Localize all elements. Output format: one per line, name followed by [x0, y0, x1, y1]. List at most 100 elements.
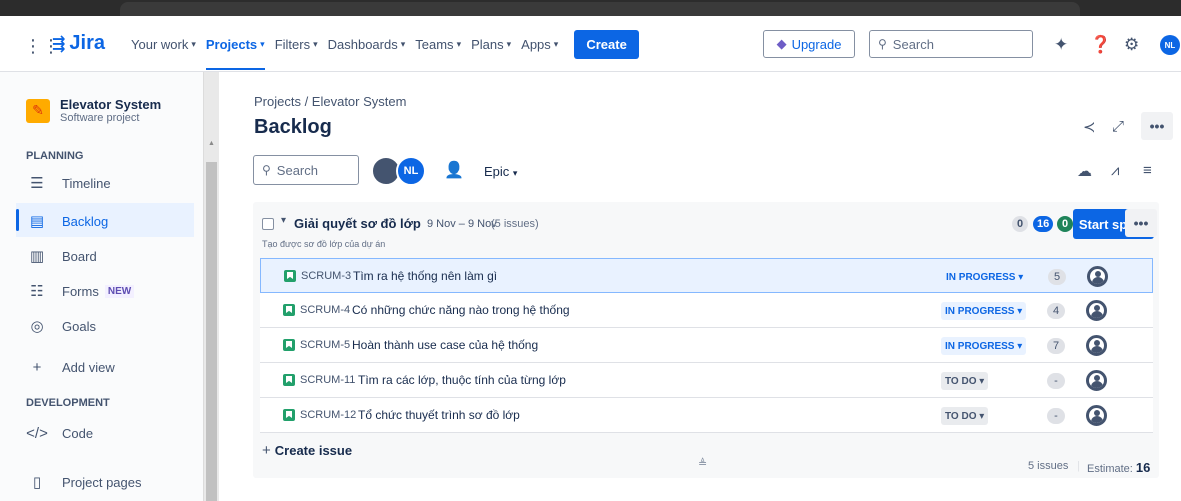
issue-key[interactable]: SCRUM-3 [301, 270, 351, 282]
nav-projects[interactable]: Projects ▾ [205, 19, 265, 70]
sidebar-item-forms[interactable]: ☷ Forms NEW [26, 282, 135, 300]
sidebar-item-label: Code [62, 426, 94, 441]
forms-icon: ☷ [30, 283, 44, 300]
upgrade-button[interactable]: ◆ Upgrade [763, 30, 855, 58]
sprint-more-button[interactable]: ••• [1125, 209, 1157, 237]
story-icon [284, 270, 296, 282]
table-row[interactable]: SCRUM-11 Tìm ra các lớp, thuộc tính của … [260, 363, 1153, 398]
issue-summary[interactable]: Tổ chức thuyết trình sơ đồ lớp [358, 408, 520, 422]
nav-filters[interactable]: Filters ▾ [275, 37, 318, 52]
sprint-goal: Tạo được sơ đồ lớp của dự án [262, 239, 386, 249]
global-search-input[interactable]: ⚲ Search [869, 30, 1033, 58]
chevron-down-icon: ▾ [191, 38, 196, 49]
breadcrumb[interactable]: Projects / Elevator System [254, 94, 406, 109]
backlog-search-input[interactable]: ⚲ Search [253, 155, 359, 185]
share-icon[interactable]: ≺ [1083, 118, 1096, 136]
browser-strip [0, 0, 1181, 16]
settings-gear-icon[interactable]: ⚙ [1124, 35, 1139, 55]
status-dropdown[interactable]: IN PROGRESS ▾ [941, 337, 1027, 355]
scroll-up-icon[interactable]: ▲ [208, 140, 215, 147]
nav-filters-label: Filters [274, 36, 311, 52]
plus-icon: + [32, 359, 42, 376]
upgrade-label: Upgrade [791, 36, 842, 52]
issue-key[interactable]: SCRUM-4 [300, 304, 350, 316]
chevron-down-icon: ▾ [512, 168, 518, 178]
story-points-badge: 4 [1047, 303, 1065, 319]
create-issue-button[interactable]: + Create issue [262, 442, 352, 459]
fullscreen-icon[interactable]: ⤢ [1112, 118, 1124, 135]
sidebar-item-backlog[interactable]: ▤ Backlog [26, 212, 108, 230]
issue-key[interactable]: SCRUM-11 [300, 374, 355, 386]
epic-filter-label: Epic [484, 164, 510, 179]
issue-summary[interactable]: Tìm ra hệ thống nên làm gì [353, 269, 497, 283]
sidebar-item-project-pages[interactable]: ▯ Project pages [26, 473, 142, 491]
jira-logo[interactable]: ⇶ Jira [52, 32, 105, 55]
sidebar-item-board[interactable]: ▥ Board [26, 247, 97, 265]
issue-key[interactable]: SCRUM-5 [300, 339, 350, 351]
project-header[interactable]: ✎ Elevator System Software project [26, 97, 161, 124]
assignee-avatar[interactable] [1086, 370, 1107, 391]
nav-your-work[interactable]: Your work ▾ [131, 37, 196, 52]
assignee-avatar[interactable] [1086, 405, 1107, 426]
issue-key[interactable]: SCRUM-12 [300, 409, 356, 421]
sprint-container: ▾ Giải quyết sơ đồ lớp 9 Nov – 9 Nov (5 … [253, 202, 1159, 478]
pages-icon: ▯ [32, 474, 42, 491]
insights-icon[interactable]: ⩘ [1111, 162, 1119, 179]
sidebar-active-indicator [16, 209, 19, 231]
issue-summary[interactable]: Tìm ra các lớp, thuộc tính của từng lớp [358, 373, 566, 387]
project-name: Elevator System [60, 97, 162, 112]
table-row[interactable]: SCRUM-3 Tìm ra hệ thống nên làm gì IN PR… [260, 258, 1153, 293]
chevron-down-icon: ▾ [553, 38, 559, 49]
sprint-header: ▾ Giải quyết sơ đồ lớp 9 Nov – 9 Nov (5 … [253, 202, 1159, 258]
status-label: IN PROGRESS [945, 340, 1015, 352]
estimate-label: Estimate: [1087, 463, 1133, 475]
sidebar-item-label: Goals [62, 318, 96, 334]
sidebar-item-add-view[interactable]: + Add view [26, 359, 115, 376]
nav-links: Your work ▾ Projects ▾ Filters ▾ Dashboards… [131, 16, 639, 72]
create-button[interactable]: Create [574, 29, 639, 59]
new-badge: NEW [104, 284, 135, 298]
help-icon[interactable]: ❓ [1090, 35, 1111, 55]
sprint-checkbox[interactable] [262, 218, 274, 230]
table-row[interactable]: SCRUM-5 Hoàn thành use case của hệ thống… [260, 328, 1153, 363]
assignee-avatar[interactable] [1086, 300, 1107, 321]
backlog-main: Projects / Elevator System Backlog ≺ ⤢ •… [219, 72, 1181, 501]
status-dropdown[interactable]: TO DO ▾ [941, 372, 989, 390]
nav-apps[interactable]: Apps ▾ [521, 37, 558, 52]
sprint-issue-count: (5 issues) [491, 218, 539, 230]
board-icon: ▥ [29, 248, 45, 265]
sprint-name[interactable]: Giải quyết sơ đồ lớp [294, 216, 421, 231]
upload-icon[interactable]: ☁ [1077, 162, 1092, 180]
profile-avatar[interactable]: NL [1160, 35, 1180, 55]
sidebar-item-goals[interactable]: ◎ Goals [26, 317, 96, 335]
view-settings-icon[interactable]: ≡ [1143, 162, 1152, 179]
add-people-icon[interactable]: 👤 [444, 160, 464, 180]
sidebar-scrollbar[interactable]: ▲ [203, 72, 219, 501]
issue-summary[interactable]: Hoàn thành use case của hệ thống [352, 338, 538, 352]
scrollbar-thumb[interactable] [206, 162, 217, 501]
assignee-avatar[interactable] [1087, 266, 1108, 287]
chevron-down-icon: ▾ [400, 38, 406, 49]
jira-logo-icon: ⇶ [52, 35, 66, 53]
epic-filter[interactable]: Epic ▾ [484, 164, 517, 179]
assignee-avatar[interactable] [1086, 335, 1107, 356]
nav-plans[interactable]: Plans ▾ [471, 37, 511, 52]
avatar[interactable]: NL [396, 156, 426, 186]
status-dropdown[interactable]: TO DO ▾ [941, 407, 989, 425]
chevron-down-icon[interactable]: ▾ [281, 215, 286, 226]
sidebar-item-code[interactable]: </> Code [26, 425, 93, 442]
plus-icon: + [262, 442, 271, 459]
more-actions-button[interactable]: ••• [1141, 112, 1173, 140]
status-dropdown[interactable]: IN PROGRESS ▾ [941, 302, 1027, 320]
table-row[interactable]: SCRUM-4 Có những chức năng nào trong hệ … [260, 293, 1153, 328]
issue-list: SCRUM-3 Tìm ra hệ thống nên làm gì IN PR… [260, 258, 1153, 433]
issue-summary[interactable]: Có những chức năng nào trong hệ thống [352, 303, 570, 317]
nav-dashboards[interactable]: Dashboards ▾ [328, 37, 406, 52]
table-row[interactable]: SCRUM-12 Tổ chức thuyết trình sơ đồ lớp … [260, 398, 1153, 433]
drag-handle-icon[interactable]: ≜ [698, 457, 707, 470]
chevron-down-icon: ▾ [260, 38, 265, 49]
sidebar-item-timeline[interactable]: ☰ Timeline [26, 174, 110, 192]
nav-teams[interactable]: Teams ▾ [415, 37, 461, 52]
status-dropdown[interactable]: IN PROGRESS ▾ [942, 268, 1028, 286]
notifications-icon[interactable]: ✦ [1054, 35, 1068, 55]
